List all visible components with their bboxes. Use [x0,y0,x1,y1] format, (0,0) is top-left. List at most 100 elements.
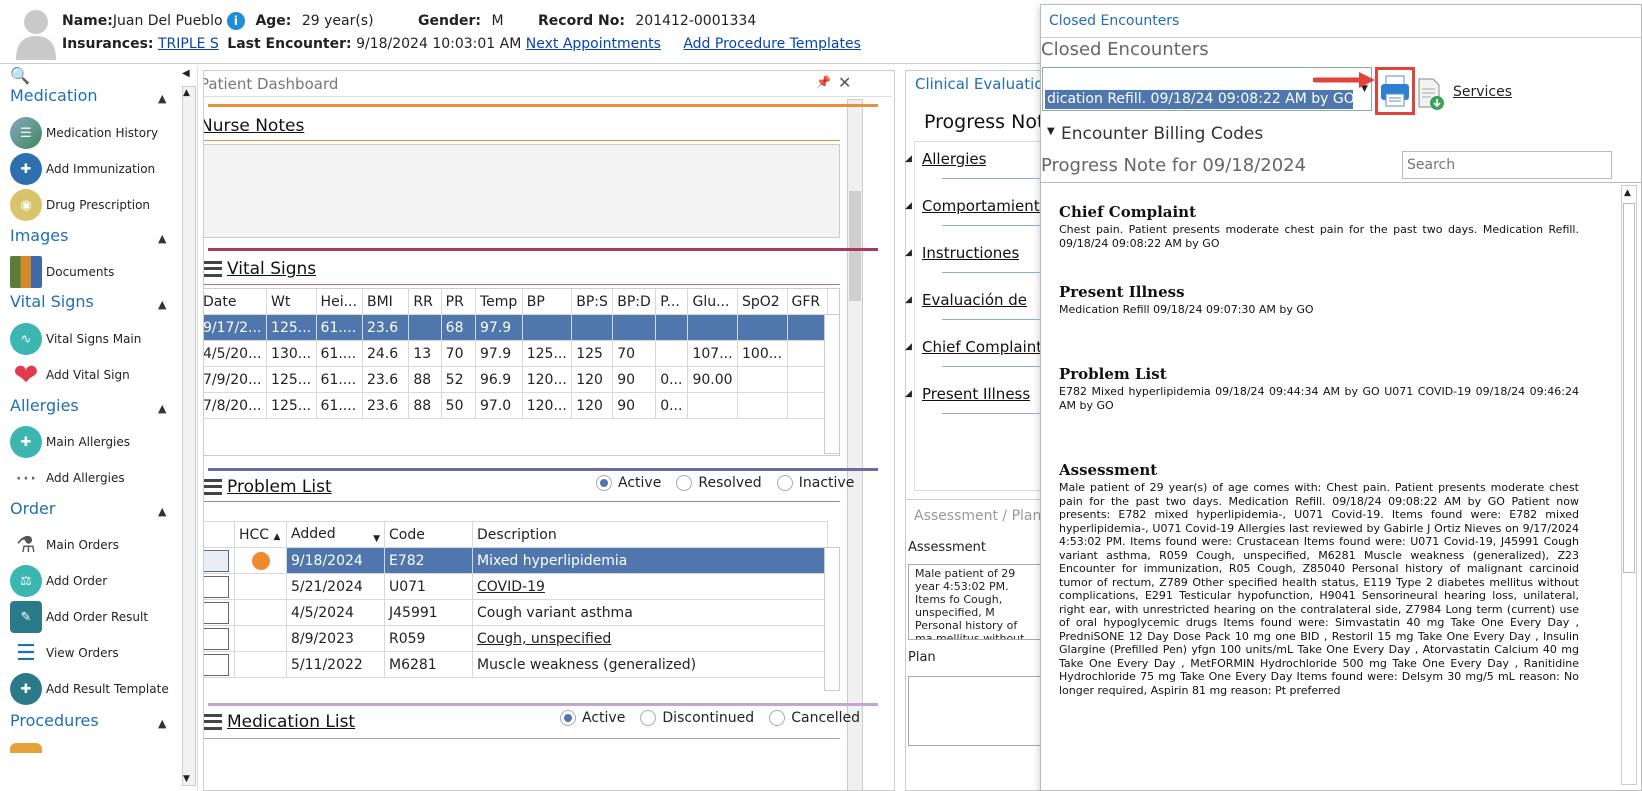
column-header-description[interactable]: Description [472,521,828,548]
column-header-hei[interactable]: Hei... [315,288,363,315]
nav-item-view-orders[interactable]: ☰ View Orders [10,636,119,670]
column-header-bp-s[interactable]: BP:S [571,288,614,315]
nurse-notes-textarea[interactable] [204,144,840,238]
assessment-textarea[interactable]: Male patient of 29 year 4:53:02 PM. Item… [908,564,1041,640]
collapse-caret-icon[interactable]: ◢ [905,295,912,305]
collapse-caret-icon[interactable]: ◢ [905,248,912,258]
nav-item-add-allergies[interactable]: ⋯ Add Allergies [10,461,125,495]
collapse-caret-icon[interactable]: ◢ [905,201,912,211]
filter-resolved-radio[interactable]: Resolved [676,475,762,491]
document-scroll-thumb[interactable] [1623,203,1635,573]
search-icon[interactable]: 🔍 [10,66,30,85]
nav-scrollbar[interactable] [182,86,196,786]
nav-item-add-result-template[interactable]: ✚ Add Result Template [10,672,169,706]
filter-inactive-radio[interactable]: Inactive [776,475,854,491]
collapse-nav-icon[interactable]: ◀ [182,68,190,79]
add-procedure-templates-link[interactable]: Add Procedure Templates [683,36,861,52]
nav-item-add-order[interactable]: ⚖ Add Order [10,564,107,598]
nav-section-order[interactable]: Order [10,499,55,518]
collapse-caret-icon[interactable]: ◢ [905,389,912,399]
next-appointments-link[interactable]: Next Appointments [526,36,661,52]
clinical-item-0[interactable]: Allergies [922,150,986,168]
closed-encounters-tab[interactable]: Closed Encounters [1049,13,1179,29]
column-header-pr[interactable]: PR [440,288,476,315]
column-header-rr[interactable]: RR [408,288,442,315]
menu-icon[interactable] [204,479,222,495]
row-checkbox[interactable] [204,549,229,572]
menu-icon[interactable] [204,714,222,730]
expand-caret-icon[interactable]: ▼ [1047,126,1055,137]
nav-item-drug-prescription[interactable]: ◉ Drug Prescription [10,188,150,222]
scroll-up-icon[interactable]: ▲ [183,88,190,98]
filter-active-radio[interactable]: Active [596,475,661,491]
nav-item-main-allergies[interactable]: ✚ Main Allergies [10,425,130,459]
column-header-p[interactable]: P... [655,288,689,315]
row-checkbox[interactable] [204,627,229,650]
nav-section-medication[interactable]: Medication [10,86,98,105]
collapse-caret-icon[interactable]: ◢ [905,342,912,352]
table-row[interactable]: 5/21/2024 U071 COVID-19 [204,573,828,600]
clinical-item-2[interactable]: Instructiones [922,244,1019,262]
chevron-up-icon[interactable]: ▲ [158,505,166,518]
scroll-up-icon[interactable]: ▲ [1624,188,1631,198]
row-checkbox[interactable] [204,601,229,624]
scroll-down-icon[interactable]: ▼ [183,774,190,784]
description-link[interactable]: COVID-19 [477,579,545,595]
nav-section-vital-signs[interactable]: Vital Signs [10,292,94,311]
nav-item-add-order-result[interactable]: ✎ Add Order Result [10,600,148,634]
vital-signs-scrollbar[interactable] [824,314,840,454]
collapse-caret-icon[interactable]: ◢ [905,154,912,164]
nav-section-images[interactable]: Images [10,226,68,245]
problem-list-scrollbar[interactable] [824,547,840,691]
nav-section-allergies[interactable]: Allergies [10,396,79,415]
services-link[interactable]: Services [1453,84,1512,100]
column-header-hcc[interactable]: HCC ▲ [234,521,287,548]
table-row[interactable]: 5/11/2022 M6281 Muscle weakness (general… [204,651,828,678]
pin-icon[interactable]: 📌 [816,75,831,89]
table-row[interactable]: 9/18/2024 E782 Mixed hyperlipidemia [204,547,828,574]
column-header-code[interactable]: Code [384,521,473,548]
table-row[interactable]: 8/9/2023 R059 Cough, unspecified [204,625,828,652]
clinical-item-5[interactable]: Present Illness [922,385,1030,403]
menu-icon[interactable] [204,261,222,277]
nav-item-vital-signs-main[interactable]: ∿ Vital Signs Main [10,322,141,356]
chevron-up-icon[interactable]: ▲ [158,402,166,415]
column-header-wt[interactable]: Wt [266,288,317,315]
chevron-up-icon[interactable]: ▲ [158,92,166,105]
column-header-spo2[interactable]: SpO2 [737,288,788,315]
nav-item-medication-history[interactable]: ☰ Medication History [10,116,158,150]
chevron-up-icon[interactable]: ▲ [158,717,166,730]
search-input[interactable] [1402,151,1612,179]
table-row[interactable]: 7/9/20... 125... 61.... 23.6 88 52 96.9 120... 1… [204,366,829,393]
clinical-item-1[interactable]: Comportamiento [922,197,1040,215]
column-header-bmi[interactable]: BMI [361,288,410,315]
nav-section-procedures[interactable]: Procedures [10,711,99,730]
column-header-glu[interactable]: Glu... [687,288,738,315]
insurance-link[interactable]: TRIPLE S [158,36,219,52]
print-button[interactable] [1375,67,1415,115]
table-row[interactable]: 9/17/2... 125... 61.... 23.6 68 97.9 [204,314,829,341]
row-checkbox[interactable] [204,653,229,676]
column-header-added[interactable]: Added ▼ [286,521,385,548]
column-header-bp-d[interactable]: BP:D [612,288,657,315]
table-row[interactable]: 7/8/20... 125... 61.... 23.6 88 50 97.0 120... 1… [204,392,829,419]
nav-item-add-immunization[interactable]: ✚ Add Immunization [10,152,155,186]
close-icon[interactable]: ✕ [838,73,851,92]
table-row[interactable]: 4/5/20... 130... 61.... 24.6 13 70 97.9 125... 1… [204,340,829,367]
filter-cancelled-radio[interactable]: Cancelled [769,710,860,726]
download-document-icon[interactable] [1417,77,1445,111]
nav-item-add-vital-sign[interactable]: ❤ Add Vital Sign [10,358,129,393]
filter-dropdown-icon[interactable]: ▼ [373,534,380,544]
table-row[interactable]: 4/5/2024 J45991 Cough variant asthma [204,599,828,626]
billing-codes-toggle[interactable]: Encounter Billing Codes [1061,124,1263,144]
clinical-item-4[interactable]: Chief Complaint [922,338,1040,356]
nav-item-main-orders[interactable]: ⚗ Main Orders [10,528,119,562]
chevron-up-icon[interactable]: ▲ [158,232,166,245]
clinical-item-3[interactable]: Evaluación de [922,291,1027,309]
info-icon[interactable]: i [226,12,245,30]
plan-textarea[interactable] [908,676,1041,746]
column-header-gfr[interactable]: GFR [786,288,829,315]
filter-discontinued-radio[interactable]: Discontinued [640,710,754,726]
dashboard-scroll-thumb[interactable] [849,191,861,301]
column-header-date[interactable]: Date [204,288,268,315]
